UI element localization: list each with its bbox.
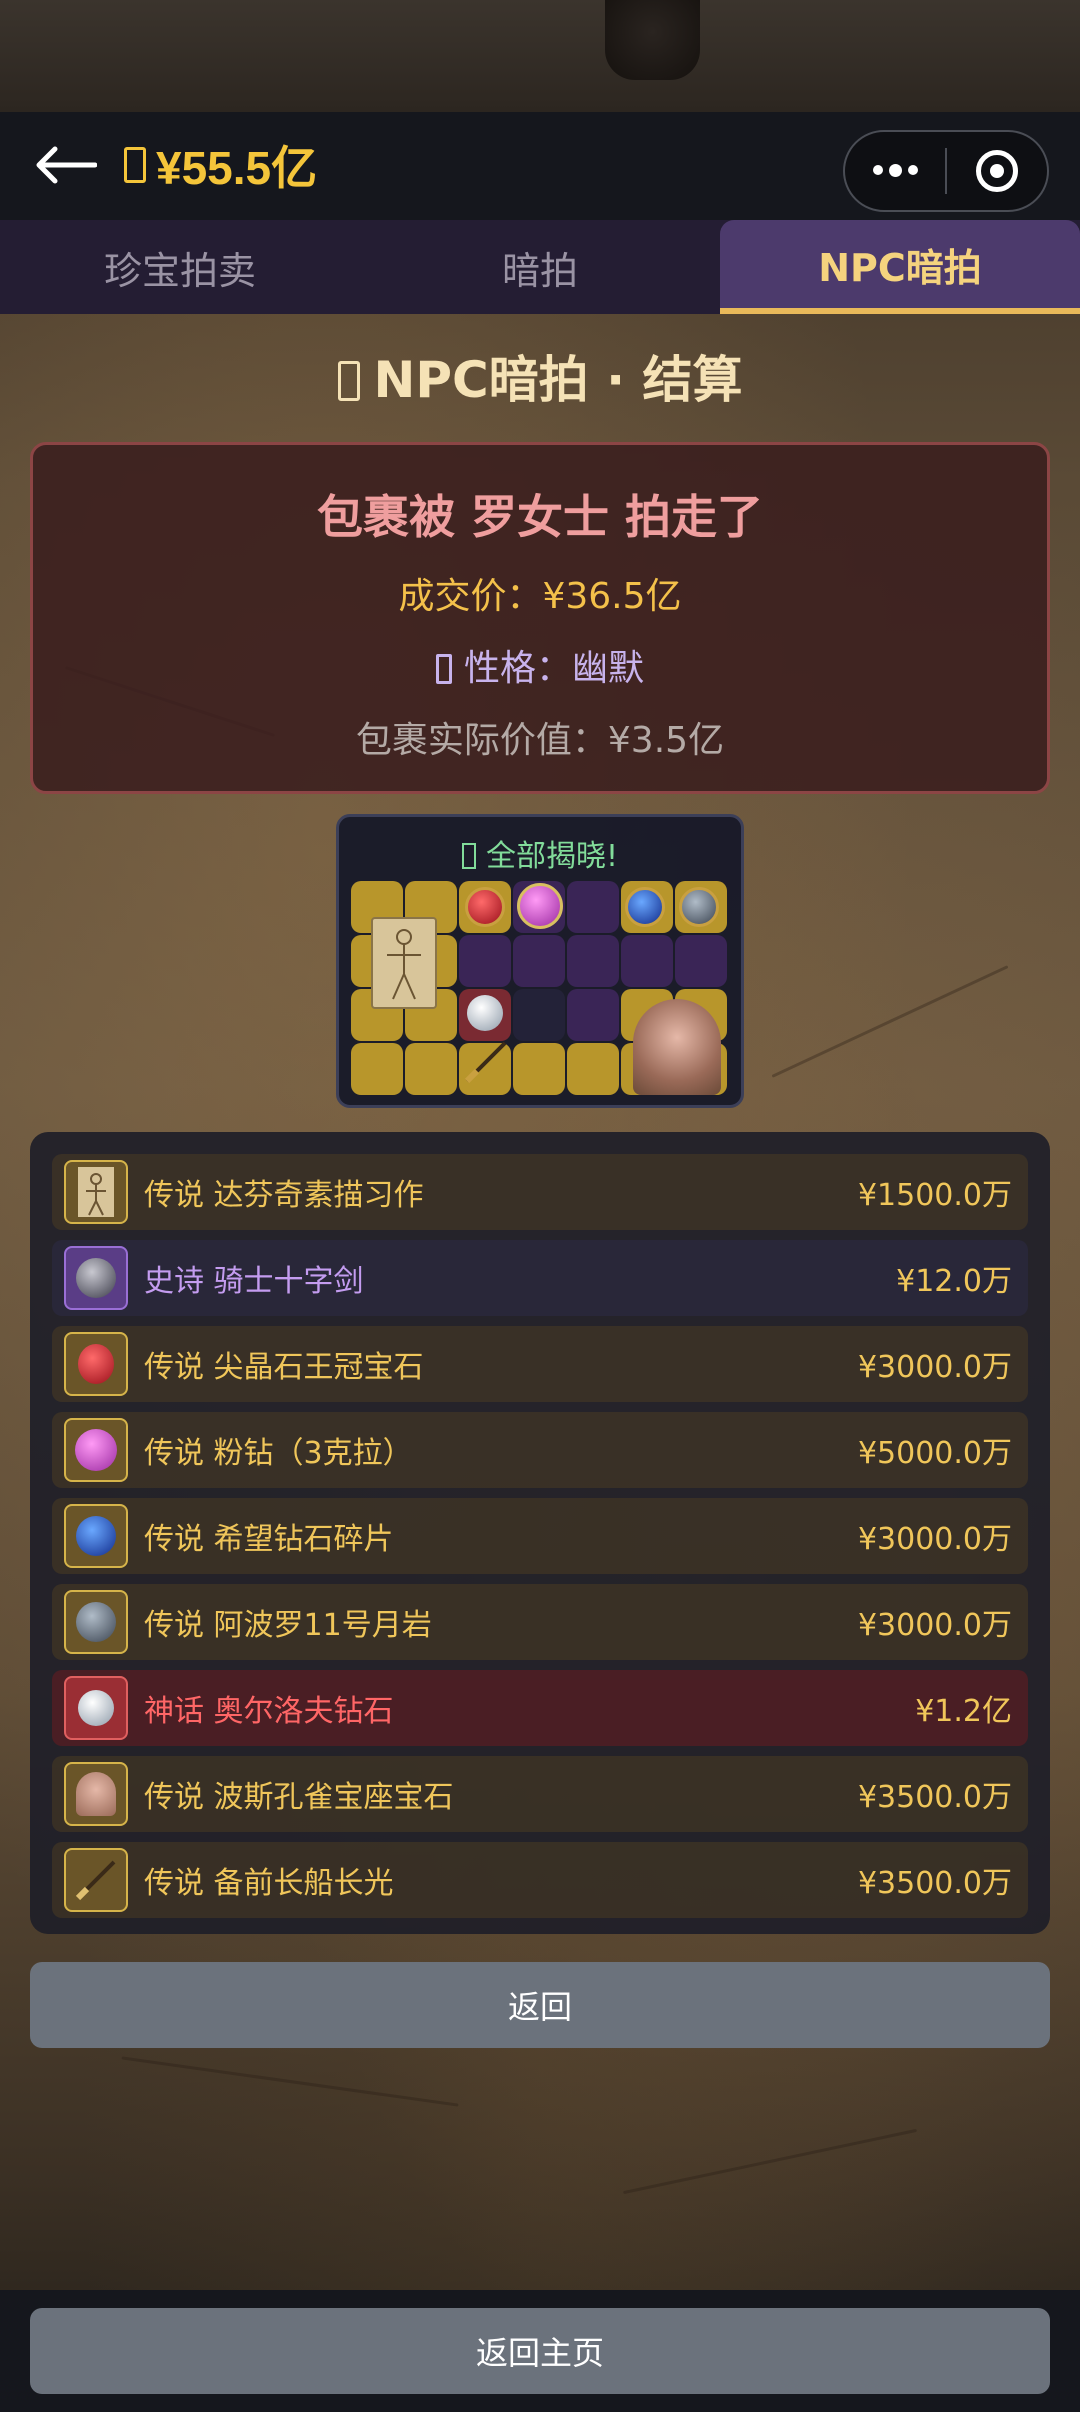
item-name: 传说 尖晶石王冠宝石 <box>144 1350 424 1385</box>
grid-cell <box>513 935 565 987</box>
moon-rock-icon <box>64 1590 128 1654</box>
desk-background <box>0 0 1080 112</box>
target-icon <box>976 150 1018 192</box>
list-item: 传说 粉钻（3克拉） ¥5000.0万 <box>52 1412 1028 1488</box>
winner-text: 包裹被 罗女士 拍走了 <box>316 490 764 544</box>
pink-diamond-icon <box>64 1418 128 1482</box>
hope-diamond-icon <box>64 1504 128 1568</box>
grid-cell <box>621 935 673 987</box>
sketch-icon <box>64 1160 128 1224</box>
reveal-title: 全部揭晓! <box>339 831 741 875</box>
item-value: ¥3000.0万 <box>857 1608 1012 1643</box>
page-title: NPC暗拍 · 结算 <box>0 340 1080 412</box>
personality-icon <box>435 654 452 684</box>
title-icon <box>337 361 360 401</box>
item-name: 传说 阿波罗11号月岩 <box>144 1608 432 1643</box>
home-button[interactable]: 返回主页 <box>30 2308 1050 2394</box>
arrow-left-icon <box>36 146 97 184</box>
list-item: 史诗 骑士十字剑 ¥12.0万 <box>52 1240 1028 1316</box>
settlement-card: 包裹被 罗女士 拍走了 成交价：¥36.5亿 性格：幽默 包裹实际价值：¥3.5… <box>30 442 1050 794</box>
grid-cell <box>675 935 727 987</box>
item-name: 传说 备前长船长光 <box>144 1866 394 1901</box>
item-value: ¥12.0万 <box>896 1264 1012 1299</box>
list-item: 传说 尖晶石王冠宝石 ¥3000.0万 <box>52 1326 1028 1402</box>
back-button[interactable]: 返回 <box>30 1962 1050 2048</box>
katana-icon <box>64 1848 128 1912</box>
miniprogram-capsule <box>843 130 1049 212</box>
item-value: ¥3000.0万 <box>857 1350 1012 1385</box>
package-reveal-grid: 全部揭晓! <box>336 814 744 1108</box>
item-value: ¥3000.0万 <box>857 1522 1012 1557</box>
grid-cell <box>513 989 565 1041</box>
money-display: ¥55.5亿 <box>124 133 317 197</box>
ink-bottle-decoration <box>605 0 700 80</box>
spinel-icon <box>64 1332 128 1396</box>
grid-cell <box>351 1043 403 1095</box>
moon-rock-icon <box>679 887 719 927</box>
peacock-gem-icon <box>64 1762 128 1826</box>
list-item: 传说 希望钻石碎片 ¥3000.0万 <box>52 1498 1028 1574</box>
item-name: 史诗 骑士十字剑 <box>144 1264 364 1299</box>
item-value: ¥3500.0万 <box>857 1866 1012 1901</box>
back-button[interactable] <box>30 135 100 195</box>
item-list: 传说 达芬奇素描习作 ¥1500.0万 史诗 骑士十字剑 ¥12.0万 传说 尖… <box>30 1132 1050 1934</box>
deal-price: 成交价：¥36.5亿 <box>398 576 682 617</box>
item-value: ¥5000.0万 <box>857 1436 1012 1471</box>
grid-cell <box>513 1043 565 1095</box>
list-item: 传说 波斯孔雀宝座宝石 ¥3500.0万 <box>52 1756 1028 1832</box>
money-icon <box>124 147 146 183</box>
hope-diamond-icon <box>625 887 665 927</box>
item-name: 传说 波斯孔雀宝座宝石 <box>144 1780 454 1815</box>
spinel-gem-icon <box>465 887 505 927</box>
item-value: ¥1500.0万 <box>857 1178 1012 1213</box>
money-amount: ¥55.5亿 <box>156 142 318 194</box>
item-name: 传说 达芬奇素描习作 <box>144 1178 424 1213</box>
grid-cell <box>567 1043 619 1095</box>
tab-blind-auction[interactable]: 暗拍 <box>360 220 720 314</box>
more-dots-icon <box>872 164 918 177</box>
more-button[interactable] <box>845 132 945 210</box>
tab-bar: 珍宝拍卖 暗拍 NPC暗拍 <box>0 220 1080 314</box>
tab-npc-blind-auction[interactable]: NPC暗拍 <box>720 220 1080 314</box>
katana-icon <box>461 1037 511 1087</box>
pink-diamond-icon <box>517 883 563 929</box>
grid-cell <box>567 989 619 1041</box>
list-item: 传说 达芬奇素描习作 ¥1500.0万 <box>52 1154 1028 1230</box>
sword-icon <box>64 1246 128 1310</box>
orlov-diamond-icon <box>467 995 503 1031</box>
grid-cell <box>459 935 511 987</box>
grid-cell <box>405 1043 457 1095</box>
item-name: 传说 希望钻石碎片 <box>144 1522 394 1557</box>
actual-value: 包裹实际价值：¥3.5亿 <box>355 720 725 761</box>
reveal-icon <box>461 843 476 869</box>
item-value: ¥1.2亿 <box>915 1694 1012 1729</box>
item-value: ¥3500.0万 <box>857 1780 1012 1815</box>
list-item: 传说 阿波罗11号月岩 ¥3000.0万 <box>52 1584 1028 1660</box>
grid-cell <box>567 881 619 933</box>
list-item: 传说 备前长船长光 ¥3500.0万 <box>52 1842 1028 1918</box>
item-name: 神话 奥尔洛夫钻石 <box>144 1694 394 1729</box>
sketch-item-icon <box>371 917 437 1009</box>
item-name: 传说 粉钻（3克拉） <box>144 1436 413 1471</box>
close-miniprogram-button[interactable] <box>947 132 1047 210</box>
npc-personality: 性格：幽默 <box>33 639 1047 691</box>
grid-cell <box>567 935 619 987</box>
peacock-gem-icon <box>633 999 721 1095</box>
tab-treasure-auction[interactable]: 珍宝拍卖 <box>0 220 360 314</box>
orlov-diamond-icon <box>64 1676 128 1740</box>
list-item: 神话 奥尔洛夫钻石 ¥1.2亿 <box>52 1670 1028 1746</box>
